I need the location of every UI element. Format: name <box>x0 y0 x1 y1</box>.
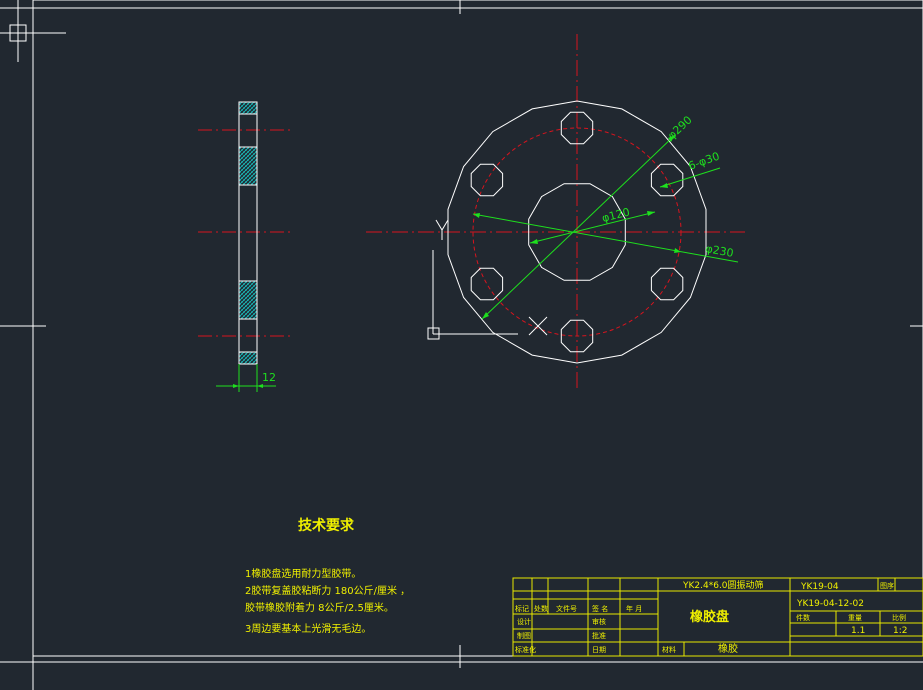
standard-label: 标准化 <box>515 645 536 654</box>
notes-line-1: 1橡胶盘选用耐力型胶带。 <box>245 567 361 580</box>
rev-doc: 文件号 <box>556 604 577 613</box>
part-name: 橡胶盘 <box>690 609 729 625</box>
scale-value: 1:2 <box>893 626 907 636</box>
outer-dia-label: φ290 <box>665 113 695 142</box>
date-label: 日期 <box>592 646 606 654</box>
side-view: 12 <box>198 101 294 392</box>
notes-line-3: 胶带橡胶附着力 8公斤/2.5厘米。 <box>245 601 394 614</box>
weight-label: 件数 <box>796 613 810 622</box>
bolt-hole <box>650 267 684 301</box>
design-label: 设计 <box>517 617 531 626</box>
qty-value: 1.1 <box>851 626 865 636</box>
front-view: φ290 6-φ30 φ120 φ230 <box>366 34 745 392</box>
rev-sign: 签 名 <box>592 604 608 613</box>
material-value: 橡胶 <box>718 642 738 655</box>
technical-notes: 技术要求 1橡胶盘选用耐力型胶带。 2胶带复盖胶粘断力 180公斤/厘米 ， 胶… <box>245 517 410 635</box>
drawing-frame <box>0 0 923 690</box>
check-label: 审核 <box>592 617 606 626</box>
part-number: YK19-04-12-02 <box>796 599 864 609</box>
thickness-dim-label: 12 <box>262 371 276 384</box>
drafting-label: 制图 <box>517 631 531 640</box>
notes-line-4: 3周边要基本上光滑无毛边。 <box>245 622 371 635</box>
notes-line-2: 2胶带复盖胶粘断力 180公斤/厘米 ， <box>245 584 410 597</box>
scale-label: 比例 <box>892 613 906 622</box>
notes-heading: 技术要求 <box>298 517 355 534</box>
rev-date: 年 月 <box>626 604 642 613</box>
cad-drawing-canvas[interactable]: 12 φ290 6-φ30 φ120 φ230 技术要求 1橡胶盘选用耐力型胶带… <box>0 0 923 690</box>
material-label: 材料 <box>662 645 676 654</box>
title-block-text: YK2.4*6.0圆振动筛 YK19-04 图序 YK19-04-12-02 橡… <box>515 579 907 655</box>
bolt-hole <box>470 267 504 301</box>
drawing-code: YK19-04 <box>800 582 839 592</box>
order-label: 图序 <box>880 581 894 590</box>
rev-count: 处数 <box>534 604 548 613</box>
rev-mark: 标记 <box>515 604 529 613</box>
qty-label: 重量 <box>848 614 862 622</box>
approve-label: 批准 <box>592 631 606 640</box>
project-name: YK2.4*6.0圆振动筛 <box>682 579 764 591</box>
